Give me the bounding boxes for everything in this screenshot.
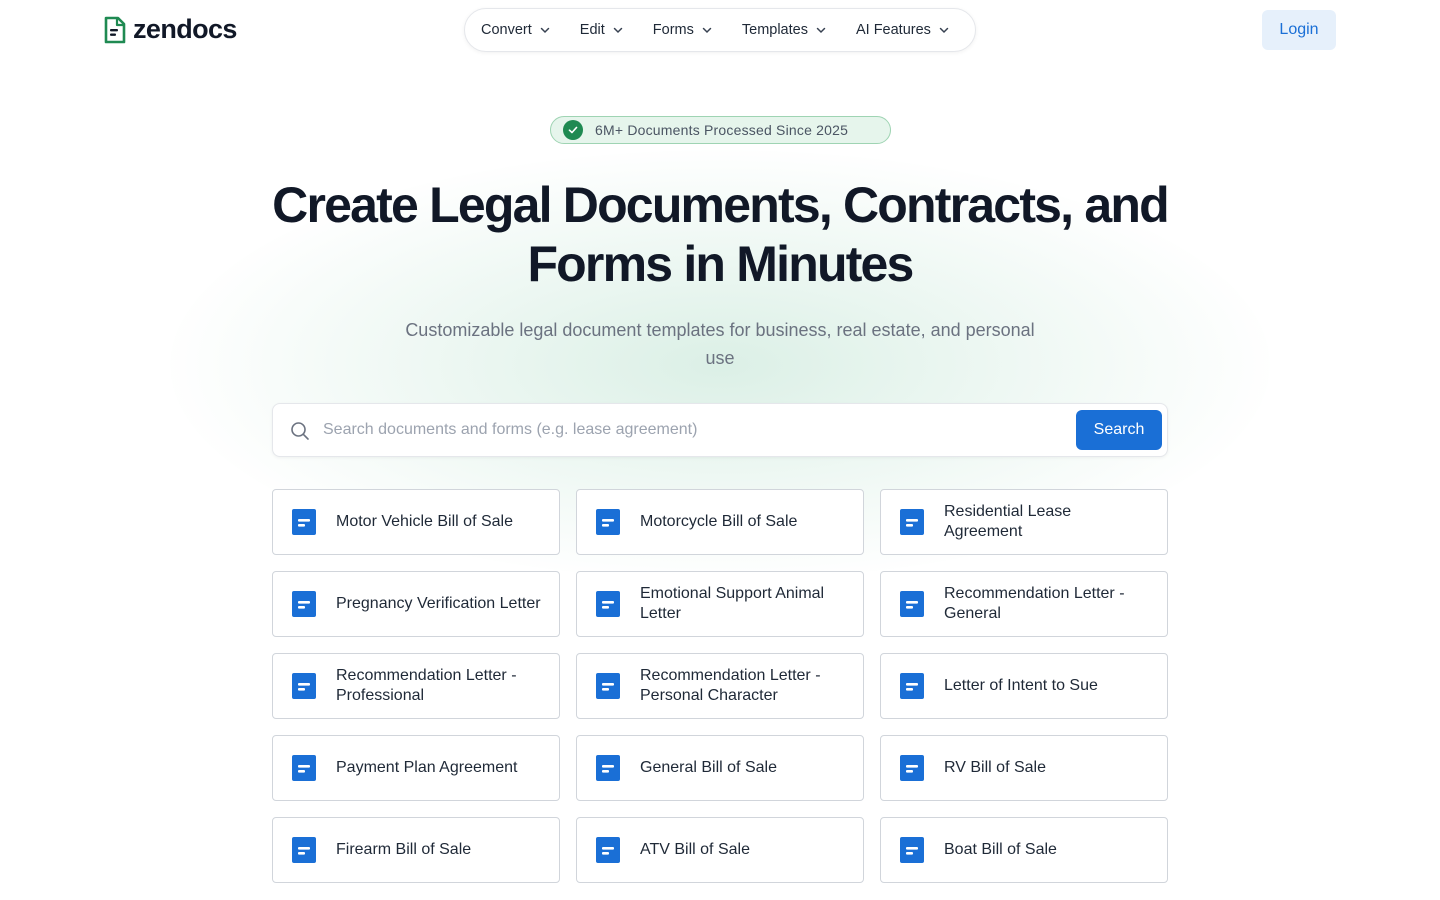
document-card-label: Pregnancy Verification Letter [336,595,541,612]
page-title-line-1: Create Legal Documents, Contracts, and [272,177,1170,233]
document-card-label: Motorcycle Bill of Sale [640,513,798,530]
login-button[interactable]: Login [1262,10,1336,50]
document-card[interactable]: Motorcycle Bill of Sale [576,489,864,555]
document-card-label: ATV Bill of Sale [640,841,750,858]
nav-item-templates[interactable]: Templates [742,22,826,38]
document-card[interactable]: Letter of Intent to Sue [880,653,1168,719]
document-icon [900,509,924,535]
document-card-label: Recommendation Letter - Personal Charact… [640,667,821,704]
document-card[interactable]: ATV Bill of Sale [576,817,864,883]
document-card[interactable]: Firearm Bill of Sale [272,817,560,883]
nav-item-ai-features[interactable]: AI Features [856,22,949,38]
document-card[interactable]: Boat Bill of Sale [880,817,1168,883]
logo-text: zendocs [133,14,237,44]
document-card-label: Motor Vehicle Bill of Sale [336,513,513,530]
document-card-label: Payment Plan Agreement [336,759,518,776]
page-subtitle: Customizable legal document templates fo… [405,320,1035,368]
document-card[interactable]: Residential Lease Agreement [880,489,1168,555]
logo[interactable]: zendocs [103,14,237,45]
search-input[interactable] [323,412,1063,448]
document-card[interactable]: Recommendation Letter - General [880,571,1168,637]
document-icon [596,591,620,617]
document-icon [596,755,620,781]
document-icon [292,755,316,781]
main-nav: Convert Edit Forms Templates AI Features [464,8,976,52]
document-icon [900,673,924,699]
document-icon [292,837,316,863]
document-card-label: Letter of Intent to Sue [944,677,1098,694]
page-title-line-2: Forms in Minutes [527,236,914,292]
document-card-label: Recommendation Letter - Professional [336,667,517,704]
document-card[interactable]: Emotional Support Animal Letter [576,571,864,637]
document-grid: Motor Vehicle Bill of Sale Motorcycle Bi… [272,489,1168,883]
document-icon [596,837,620,863]
document-icon [900,755,924,781]
badge-text: 6M+ Documents Processed Since 2025 [595,122,849,138]
nav-item-label: AI Features [855,22,931,38]
document-card-label: General Bill of Sale [640,759,777,776]
document-card-label: Recommendation Letter - General [944,585,1125,622]
document-card[interactable]: Recommendation Letter - Personal Charact… [576,653,864,719]
check-circle-icon [563,120,583,140]
document-card-label: Boat Bill of Sale [944,841,1057,858]
document-card-label: Emotional Support Animal Letter [640,585,825,622]
nav-item-label: Convert [481,22,532,38]
document-icon [292,591,316,617]
document-icon [900,591,924,617]
chevron-down-icon [702,27,712,34]
page-title: Create Legal Documents, Contracts, and F… [220,176,1220,294]
nav-item-forms[interactable]: Forms [653,22,712,38]
search-bar: Search [272,403,1168,457]
chevron-down-icon [540,27,550,34]
nav-item-convert[interactable]: Convert [481,22,550,38]
nav-item-label: Edit [579,22,605,38]
document-logo-icon [104,16,126,43]
document-icon [292,673,316,699]
document-icon [596,509,620,535]
nav-item-edit[interactable]: Edit [580,22,623,38]
document-card[interactable]: Recommendation Letter - Professional [272,653,560,719]
document-icon [292,509,316,535]
search-button[interactable]: Search [1076,410,1162,450]
nav-item-label: Templates [741,22,808,38]
document-card[interactable]: Motor Vehicle Bill of Sale [272,489,560,555]
document-card-label: Firearm Bill of Sale [336,841,472,858]
document-icon [596,673,620,699]
nav-item-label: Forms [652,22,694,38]
chevron-down-icon [613,27,623,34]
chevron-down-icon [816,27,826,34]
site-header: zendocs Convert Edit Forms Templates AI … [0,0,1440,60]
document-card-label: RV Bill of Sale [944,759,1046,776]
chevron-down-icon [939,27,949,34]
document-card[interactable]: RV Bill of Sale [880,735,1168,801]
search-icon [291,422,309,440]
document-card[interactable]: General Bill of Sale [576,735,864,801]
document-card[interactable]: Payment Plan Agreement [272,735,560,801]
document-card[interactable]: Pregnancy Verification Letter [272,571,560,637]
document-icon [900,837,924,863]
stats-badge: 6M+ Documents Processed Since 2025 [550,116,891,144]
document-card-label: Residential Lease Agreement [944,503,1072,540]
